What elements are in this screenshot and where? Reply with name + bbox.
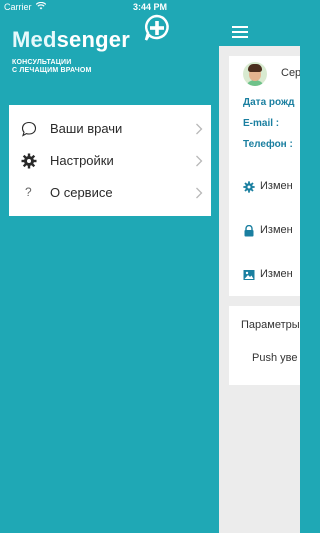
medsenger-logo: Medsenger КОНСУЛЬТАЦИИ С ЛЕЧАЩИМ ВРАЧОМ bbox=[12, 14, 212, 80]
chat-bubble-icon bbox=[21, 121, 37, 137]
menu-item-your-doctors[interactable]: Ваши врачи bbox=[9, 113, 211, 145]
gear-icon bbox=[243, 181, 255, 193]
gear-icon bbox=[21, 153, 37, 169]
menu-item-label: О сервисе bbox=[50, 185, 113, 200]
menu-item-label: Ваши врачи bbox=[50, 121, 123, 136]
profile-card: Сер Дата рожд E-mail : Телефон : Измен И… bbox=[229, 56, 300, 296]
email-label: E-mail : bbox=[243, 118, 280, 129]
phone-label: Телефон : bbox=[243, 139, 293, 150]
menu-item-about[interactable]: ? О сервисе bbox=[9, 177, 211, 209]
avatar bbox=[243, 62, 267, 86]
settings-card-title: Параметры bbox=[241, 319, 300, 331]
hamburger-menu-icon[interactable] bbox=[232, 26, 248, 38]
chevron-right-icon bbox=[196, 155, 203, 167]
chevron-right-icon bbox=[196, 187, 203, 199]
action-label: Измен bbox=[260, 224, 293, 236]
question-icon: ? bbox=[25, 185, 32, 199]
birth-date-label: Дата рожд bbox=[243, 97, 295, 108]
drawer-menu: Ваши врачи Настройки ? О сервисе bbox=[9, 105, 211, 216]
lock-icon bbox=[244, 225, 254, 237]
action-label: Измен bbox=[260, 180, 293, 192]
panel-header bbox=[219, 0, 300, 46]
chevron-right-icon bbox=[196, 123, 203, 135]
menu-item-label: Настройки bbox=[50, 153, 114, 168]
menu-item-settings[interactable]: Настройки bbox=[9, 145, 211, 177]
action-label: Измен bbox=[260, 268, 293, 280]
settings-card: Параметры Push уве bbox=[229, 306, 300, 385]
logo-plus-bubble-icon bbox=[144, 14, 169, 41]
push-notifications-label[interactable]: Push уве bbox=[252, 352, 297, 364]
logo-tagline: КОНСУЛЬТАЦИИ С ЛЕЧАЩИМ ВРАЧОМ bbox=[12, 59, 92, 74]
image-icon bbox=[243, 270, 255, 280]
logo-wordmark: Medsenger bbox=[12, 27, 130, 52]
user-name: Сер bbox=[281, 67, 300, 79]
profile-panel: Сер Дата рожд E-mail : Телефон : Измен И… bbox=[219, 0, 300, 533]
